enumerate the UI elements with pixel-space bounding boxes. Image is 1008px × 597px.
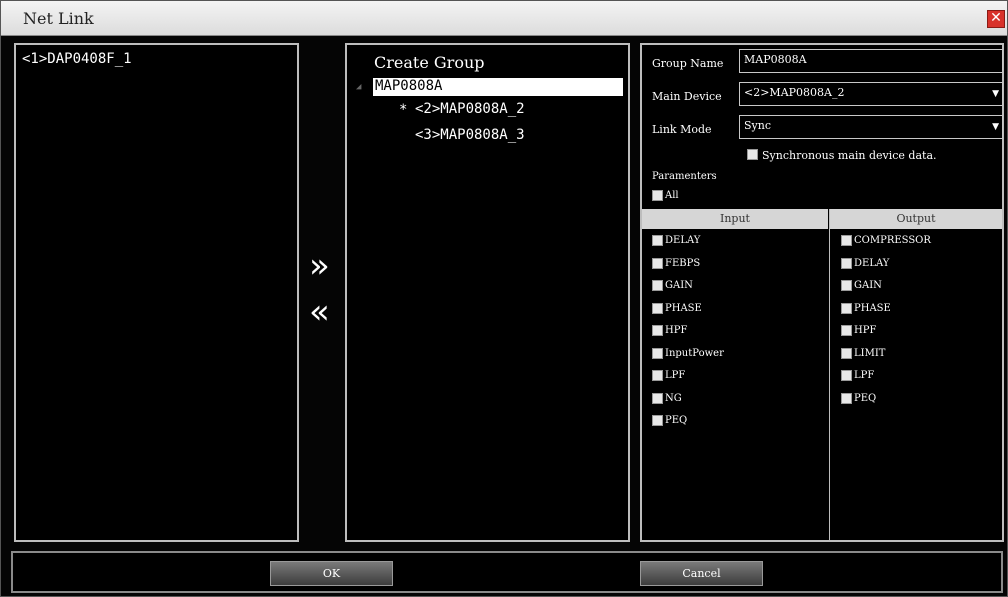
group-node-selected[interactable]: MAP0808A bbox=[373, 78, 623, 96]
sync-main-device-checkbox[interactable] bbox=[747, 149, 758, 160]
group-member-item[interactable]: <3>MAP0808A_3 bbox=[415, 127, 525, 143]
remove-from-group-arrow-icon[interactable]: « bbox=[309, 295, 330, 329]
group-node-label: MAP0808A bbox=[375, 78, 443, 94]
net-link-window: Net Link ✕ <1>DAP0408F_1 » « Create Grou… bbox=[0, 0, 1008, 597]
all-params-label: All bbox=[665, 190, 679, 201]
link-mode-select[interactable]: Sync ▼ bbox=[739, 115, 1003, 139]
input-param-checkbox[interactable] bbox=[652, 257, 663, 269]
input-param-label: HPF bbox=[665, 325, 688, 336]
input-param-label: GAIN bbox=[665, 280, 693, 291]
input-param-checkbox[interactable] bbox=[652, 235, 663, 246]
group-name-label: Group Name bbox=[652, 57, 724, 70]
main-device-label: Main Device bbox=[652, 90, 722, 103]
sync-main-device-label: Synchronous main device data. bbox=[762, 149, 937, 162]
link-mode-value: Sync bbox=[744, 119, 771, 132]
input-param-label: PHASE bbox=[665, 302, 702, 314]
parameters-label: Paramenters bbox=[652, 171, 717, 182]
input-param-checkbox[interactable] bbox=[652, 325, 663, 336]
create-group-label[interactable]: Create Group bbox=[374, 53, 485, 72]
output-param-checkbox[interactable] bbox=[841, 257, 852, 269]
group-name-input[interactable]: MAP0808A bbox=[739, 49, 1003, 73]
output-param-label: GAIN bbox=[854, 280, 882, 291]
ok-button[interactable]: OK bbox=[270, 561, 393, 586]
output-param-label: PHASE bbox=[854, 302, 891, 314]
input-param-checkbox[interactable] bbox=[652, 347, 663, 359]
output-param-checkbox[interactable] bbox=[841, 370, 852, 381]
device-list-item[interactable]: <1>DAP0408F_1 bbox=[22, 51, 132, 67]
input-param-checkbox[interactable] bbox=[652, 302, 663, 314]
chevron-down-icon: ▼ bbox=[992, 122, 999, 132]
input-column-header: Input bbox=[642, 209, 828, 229]
group-member-marker: * bbox=[399, 102, 408, 118]
output-param-label: LPF bbox=[854, 370, 875, 381]
input-param-label: NG bbox=[665, 392, 682, 404]
input-param-checkbox[interactable] bbox=[652, 392, 663, 404]
input-param-checkbox[interactable] bbox=[652, 370, 663, 381]
output-param-label: LIMIT bbox=[854, 347, 886, 359]
device-list-panel[interactable]: <1>DAP0408F_1 bbox=[14, 43, 299, 542]
group-tree-panel[interactable]: Create Group ◢ MAP0808A * <2>MAP0808A_2 … bbox=[345, 43, 630, 542]
column-divider bbox=[829, 209, 830, 540]
title-bar[interactable]: Net Link ✕ bbox=[1, 1, 1007, 36]
all-params-checkbox[interactable] bbox=[652, 190, 663, 201]
main-device-value: <2>MAP0808A_2 bbox=[744, 86, 845, 99]
collapse-icon[interactable]: ◢ bbox=[356, 82, 361, 92]
input-param-label: FEBPS bbox=[665, 257, 701, 269]
cancel-button[interactable]: Cancel bbox=[640, 561, 763, 586]
group-member-item[interactable]: <2>MAP0808A_2 bbox=[415, 101, 525, 117]
button-bar: OK Cancel bbox=[11, 551, 1003, 593]
input-param-label: InputPower bbox=[665, 347, 724, 359]
input-param-label: PEQ bbox=[665, 415, 688, 426]
output-param-checkbox[interactable] bbox=[841, 302, 852, 314]
input-param-label: LPF bbox=[665, 370, 686, 381]
add-to-group-arrow-icon[interactable]: » bbox=[309, 249, 330, 283]
output-param-checkbox[interactable] bbox=[841, 280, 852, 291]
output-param-checkbox[interactable] bbox=[841, 325, 852, 336]
output-param-label: PEQ bbox=[854, 392, 877, 404]
output-param-checkbox[interactable] bbox=[841, 392, 852, 404]
link-mode-label: Link Mode bbox=[652, 123, 712, 136]
group-settings-panel: Group Name MAP0808A Main Device <2>MAP08… bbox=[640, 43, 1004, 542]
input-param-checkbox[interactable] bbox=[652, 280, 663, 291]
output-column-header: Output bbox=[830, 209, 1002, 229]
chevron-down-icon: ▼ bbox=[992, 89, 999, 99]
main-device-select[interactable]: <2>MAP0808A_2 ▼ bbox=[739, 82, 1003, 106]
output-param-label: COMPRESSOR bbox=[854, 235, 931, 246]
output-param-label: DELAY bbox=[854, 257, 890, 269]
output-param-checkbox[interactable] bbox=[841, 347, 852, 359]
input-param-label: DELAY bbox=[665, 235, 701, 246]
window-title: Net Link bbox=[23, 9, 94, 28]
close-icon[interactable]: ✕ bbox=[987, 10, 1005, 28]
output-param-label: HPF bbox=[854, 325, 877, 336]
input-param-checkbox[interactable] bbox=[652, 415, 663, 426]
output-param-checkbox[interactable] bbox=[841, 235, 852, 246]
